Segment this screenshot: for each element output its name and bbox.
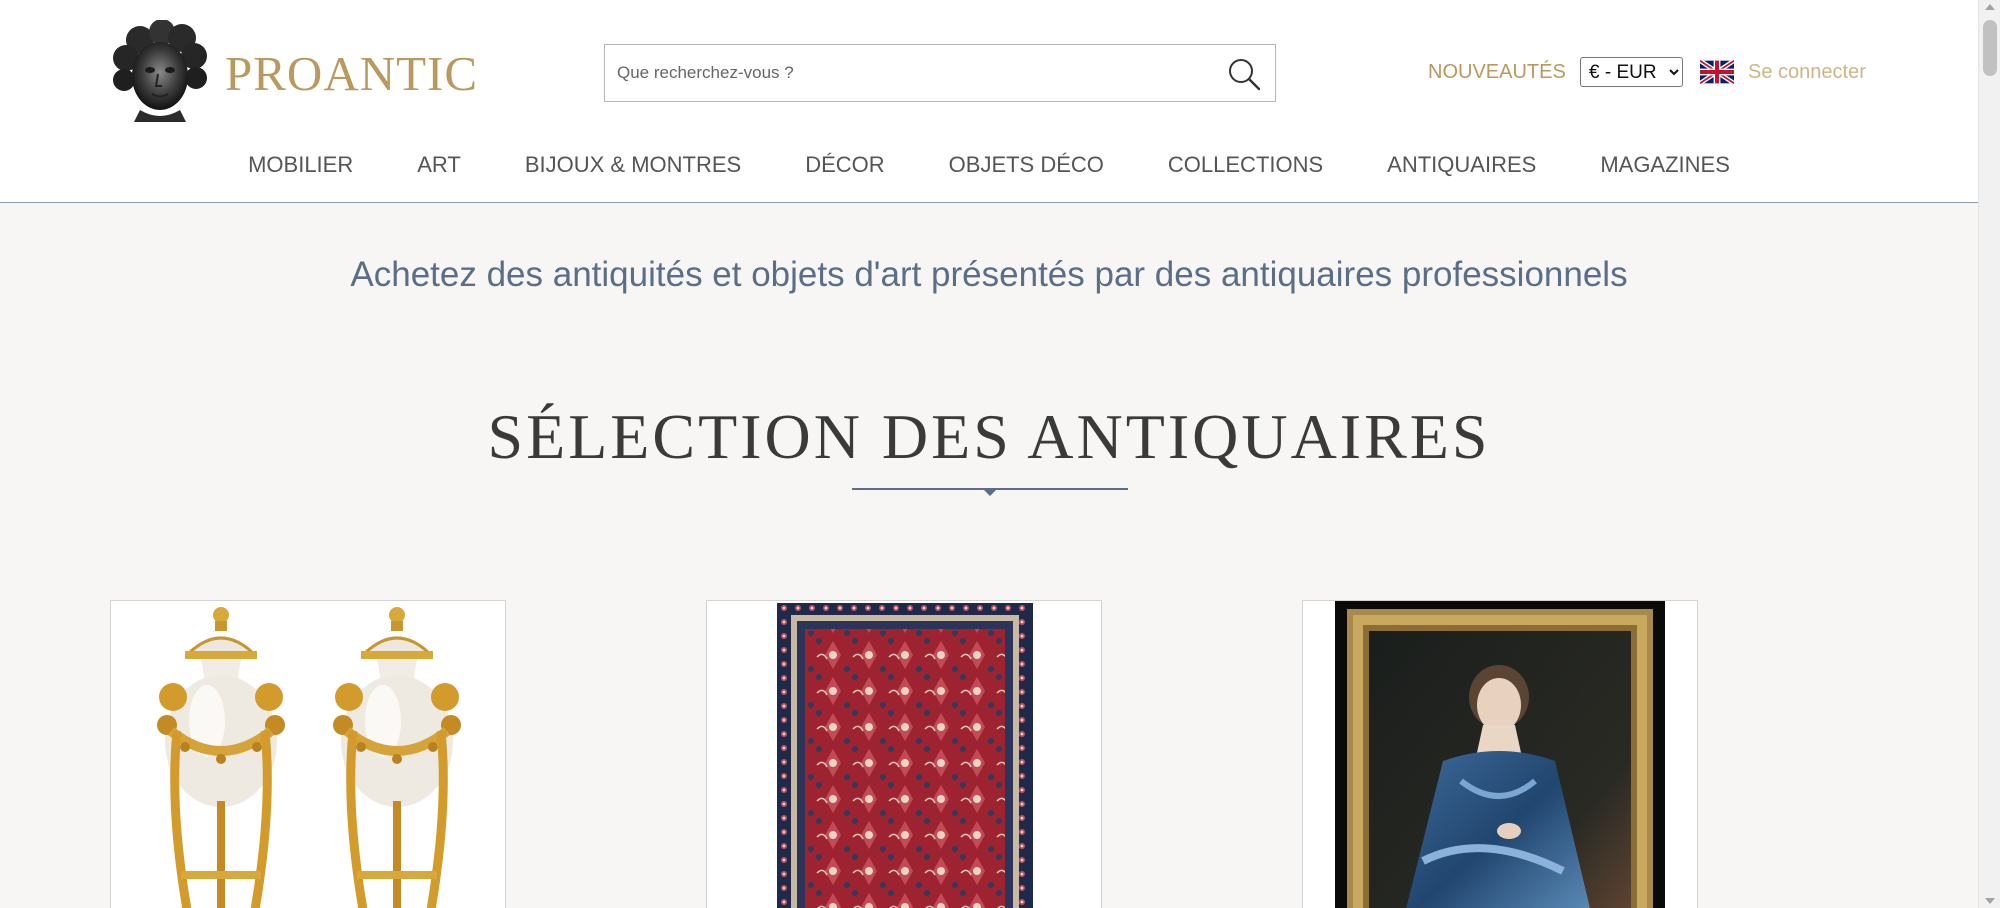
nav-item-collections[interactable]: COLLECTIONS [1136, 150, 1355, 180]
section-title: SÉLECTION DES ANTIQUAIRES [487, 401, 1491, 472]
scroll-up-arrow-icon[interactable] [1985, 4, 1995, 10]
nav-item-mobilier[interactable]: MOBILIER [216, 150, 385, 180]
nav-item-antiquaires[interactable]: ANTIQUAIRES [1355, 150, 1568, 180]
product-image-vases [111, 601, 505, 908]
login-link[interactable]: Se connecter [1748, 61, 1866, 84]
currency-select[interactable]: € - EUR [1580, 57, 1683, 87]
nav-item-magazines[interactable]: MAGAZINES [1568, 150, 1762, 180]
page-scrollbar[interactable] [1978, 0, 2000, 908]
scroll-down-arrow-icon[interactable] [1985, 898, 1995, 904]
nav-item-decor[interactable]: DÉCOR [773, 150, 916, 180]
logo-cherub-head-icon[interactable] [110, 20, 210, 122]
nav-item-art[interactable]: ART [385, 150, 493, 180]
page-tagline: Achetez des antiquités et objets d'art p… [350, 255, 1628, 294]
nouveautes-link[interactable]: NOUVEAUTÉS [1428, 61, 1566, 84]
product-card-portrait[interactable] [1302, 600, 1698, 908]
uk-flag-icon[interactable] [1700, 60, 1734, 84]
search-input[interactable] [617, 45, 1197, 101]
scroll-thumb[interactable] [1983, 20, 1997, 76]
product-card-vases[interactable] [110, 600, 506, 908]
nav-item-objets-deco[interactable]: OBJETS DÉCO [917, 150, 1136, 180]
product-image-rug [707, 601, 1101, 908]
brand-name[interactable]: PROANTIC [225, 45, 478, 102]
search-box [604, 44, 1276, 102]
title-divider [852, 488, 1128, 496]
search-icon[interactable] [1227, 57, 1261, 91]
main-nav: MOBILIER ART BIJOUX & MONTRES DÉCOR OBJE… [0, 150, 1978, 180]
product-card-rug[interactable] [706, 600, 1102, 908]
site-header: PROANTIC NOUVEAUTÉS € - EUR Se connecter… [0, 0, 1978, 203]
nav-item-bijoux-montres[interactable]: BIJOUX & MONTRES [493, 150, 773, 180]
product-image-portrait [1303, 601, 1697, 908]
